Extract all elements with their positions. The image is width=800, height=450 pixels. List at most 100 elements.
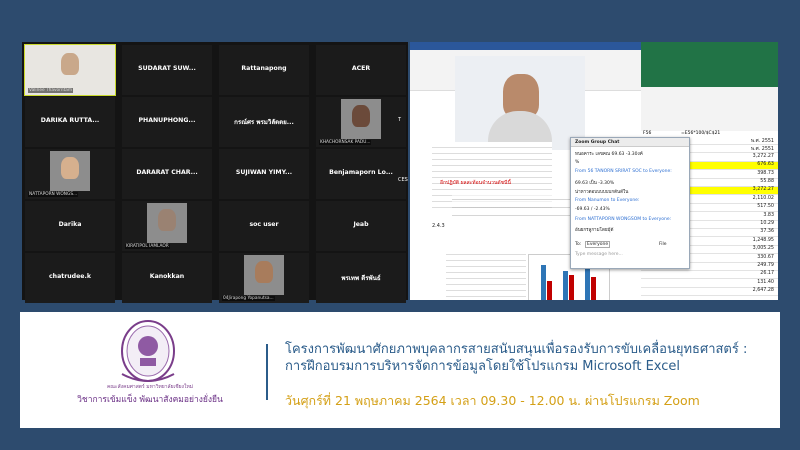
logo-slogan: วิชาการเข้มแข็ง พัฒนาสังคมอย่างยั่งยืน <box>77 395 223 405</box>
excel-row[interactable]: 26.17 <box>641 271 778 280</box>
chat-message-input[interactable]: Type message here... <box>575 252 623 257</box>
chat-to-label: To: <box>575 242 582 247</box>
participant-name: SUJIWAN YIMY... <box>235 169 293 176</box>
excel-cell-value: 3,005.25 <box>752 246 774 252</box>
banner-date: วันศุกร์ที่ 21 พฤษภาคม 2564 เวลา 09.30 -… <box>285 393 700 408</box>
excel-titlebar <box>641 42 778 87</box>
excel-cell-value: 3,272.27 <box>752 153 774 159</box>
participant-name: Benjamaporn Lo... <box>329 169 393 176</box>
participant-name: DARARAT CHAR... <box>136 169 198 176</box>
participant-name: ACER <box>351 65 371 72</box>
participant-photo <box>61 53 79 75</box>
chat-title: Zoom Group Chat <box>575 140 620 145</box>
chat-message: อันยกรลูกามโดยมุ้ตั <box>575 228 614 233</box>
edge-tile-label: CESD CM... <box>398 177 408 183</box>
participant-tile[interactable]: PHANUPHONG... <box>122 97 212 147</box>
chat-message: -69.63 / -2.43% <box>575 207 610 212</box>
participant-tile[interactable]: DARIKA RUTTA... <box>25 97 115 147</box>
participant-name: DARIKA RUTTA... <box>40 117 100 124</box>
excel-row[interactable]: 131.40 <box>641 280 778 288</box>
participant-name: Darika <box>58 221 82 228</box>
participant-tile[interactable]: Benjamaporn Lo... <box>316 149 406 199</box>
doc-section-number: 2.4.3 <box>432 223 445 229</box>
cell-reference: F56 <box>643 131 652 136</box>
excel-cell-value: 37.36 <box>760 229 774 235</box>
excel-cell-value: 676.63 <box>757 162 774 168</box>
participant-tile[interactable]: 04Jirapong Yopanutsa... <box>219 253 309 303</box>
participant-tile[interactable]: DARARAT CHAR... <box>122 149 212 199</box>
participant-photo <box>352 105 370 127</box>
excel-row[interactable]: 2,647.28 <box>641 288 778 297</box>
participant-tile[interactable]: SUDARAT SUW... <box>122 45 212 95</box>
logo-faculty-name: คณะสังคมศาสตร์ มหาวิทยาลัยเชียงใหม่ <box>106 384 194 390</box>
excel-cell-value: 249.79 <box>757 263 774 268</box>
participant-photo <box>255 261 273 283</box>
excel-cell-value: 55.88 <box>760 179 774 184</box>
participant-name: กรณ์ศร พรมวิลัดดย... <box>234 119 294 126</box>
shared-screen: Valinee Thavorntam อีกปฏิบัติ ผลสะท้อนจำ… <box>410 42 778 300</box>
excel-cell-value: 3,272.27 <box>752 187 774 193</box>
excel-cell-value: 2,647.28 <box>752 288 774 294</box>
participant-caption: Valinee Thavorntam <box>28 88 74 93</box>
doc-small-table <box>446 249 526 300</box>
excel-cell-value: พ.ศ. 2551 <box>751 139 774 144</box>
participant-tile[interactable]: SUJIWAN YIMY... <box>219 149 309 199</box>
chat-message: หนอคาระ เลขคณ 69.63 -3.30งค์ <box>575 152 643 157</box>
zoom-gallery-view: Valinee Thavorntam SUDARAT SUW... Rattanap… <box>22 42 408 303</box>
speaker-video: Valinee Thavorntam <box>455 56 585 151</box>
participant-photo <box>61 157 79 179</box>
formula-text: =E56*100/$C$21 <box>681 131 721 136</box>
participant-tile[interactable]: Valinee Thavorntam <box>24 44 116 96</box>
chat-message: 69.63 เป็น -3.30% <box>575 180 615 186</box>
participant-name: Jeab <box>353 221 369 228</box>
participant-name: chatrudee.k <box>49 273 91 280</box>
participant-tile[interactable]: Jeab <box>316 201 406 251</box>
participant-caption: KHACHORNSAK PADU... <box>319 140 372 145</box>
excel-cell-value: 131.40 <box>757 279 774 285</box>
participant-name: PHANUPHONG... <box>138 117 196 124</box>
participant-caption: 04Jirapong Yopanutsa... <box>222 296 275 301</box>
chat-message: % <box>575 159 580 165</box>
faculty-logo <box>121 320 175 382</box>
excel-cell-value: 1,248.95 <box>752 237 774 243</box>
participant-tile[interactable]: ACER <box>316 45 406 95</box>
participant-tile[interactable]: Kanokkan <box>122 253 212 303</box>
excel-cell-value: พ.ศ. 2551 <box>751 147 774 153</box>
chat-message: From 56 TANORN SRIRAT SOC to Everyone: <box>575 169 672 174</box>
excel-cell-value: 2,110.02 <box>752 195 774 201</box>
doc-red-text: อีกปฏิบัติ ผลสะท้อนจำนวนดัชนีนี้ <box>440 180 511 186</box>
participant-tile[interactable]: กรณ์ศร พรมวิลัดดย... <box>219 97 309 147</box>
participant-caption: KIRATIPOL IAMLAOR <box>125 244 170 249</box>
excel-cell-value: 330.67 <box>757 254 774 260</box>
chat-message: From NATTAPORN WONGSOM to Everyone: <box>575 216 672 222</box>
excel-cell-value: 26.17 <box>760 271 774 277</box>
excel-cell-value: 398.73 <box>757 170 774 176</box>
chat-message: From Nanumon to Everyone: <box>575 197 640 203</box>
chat-file-button[interactable]: File <box>659 242 667 247</box>
chat-recipient-select[interactable]: Everyone <box>585 241 611 248</box>
participant-tile[interactable]: chatrudee.k <box>25 253 115 303</box>
banner-divider <box>266 344 268 400</box>
word-titlebar <box>410 42 641 50</box>
chat-message: น่าหาวตอบบบบบบกตันด์ใน <box>575 190 629 195</box>
banner-title-line2: การฝึกอบรมการบริหารจัดการข้อมูลโดยใช้โปร… <box>285 359 681 374</box>
participant-tile[interactable]: NATTAPORN WONGS... <box>25 149 115 199</box>
participant-name: soc user <box>249 221 279 228</box>
participant-tile[interactable]: KIRATIPOL IAMLAOR <box>122 201 212 251</box>
participant-name: พรเทพ ดีรพันธ์ <box>341 275 381 282</box>
participant-name: Kanokkan <box>149 273 185 280</box>
participant-name: SUDARAT SUW... <box>138 65 196 72</box>
participant-tile[interactable]: KHACHORNSAK PADU... <box>316 97 406 147</box>
participant-tile[interactable]: Darika <box>25 201 115 251</box>
participant-photo <box>158 209 176 231</box>
participant-tile[interactable]: soc user <box>219 201 309 251</box>
participant-tile[interactable]: Rattanapong <box>219 45 309 95</box>
excel-cell-value: 517.50 <box>757 204 774 210</box>
zoom-chat-window: Zoom Group Chat To: Everyone File Type m… <box>570 137 690 269</box>
participant-caption: NATTAPORN WONGS... <box>28 192 79 197</box>
excel-cell-value: 10.29 <box>760 221 774 226</box>
edge-tile-label: T <box>398 117 402 123</box>
excel-ribbon <box>641 87 778 132</box>
video-frame: Valinee Thavorntam SUDARAT SUW... Rattanap… <box>0 0 800 450</box>
participant-tile[interactable]: พรเทพ ดีรพันธ์ <box>316 253 406 303</box>
